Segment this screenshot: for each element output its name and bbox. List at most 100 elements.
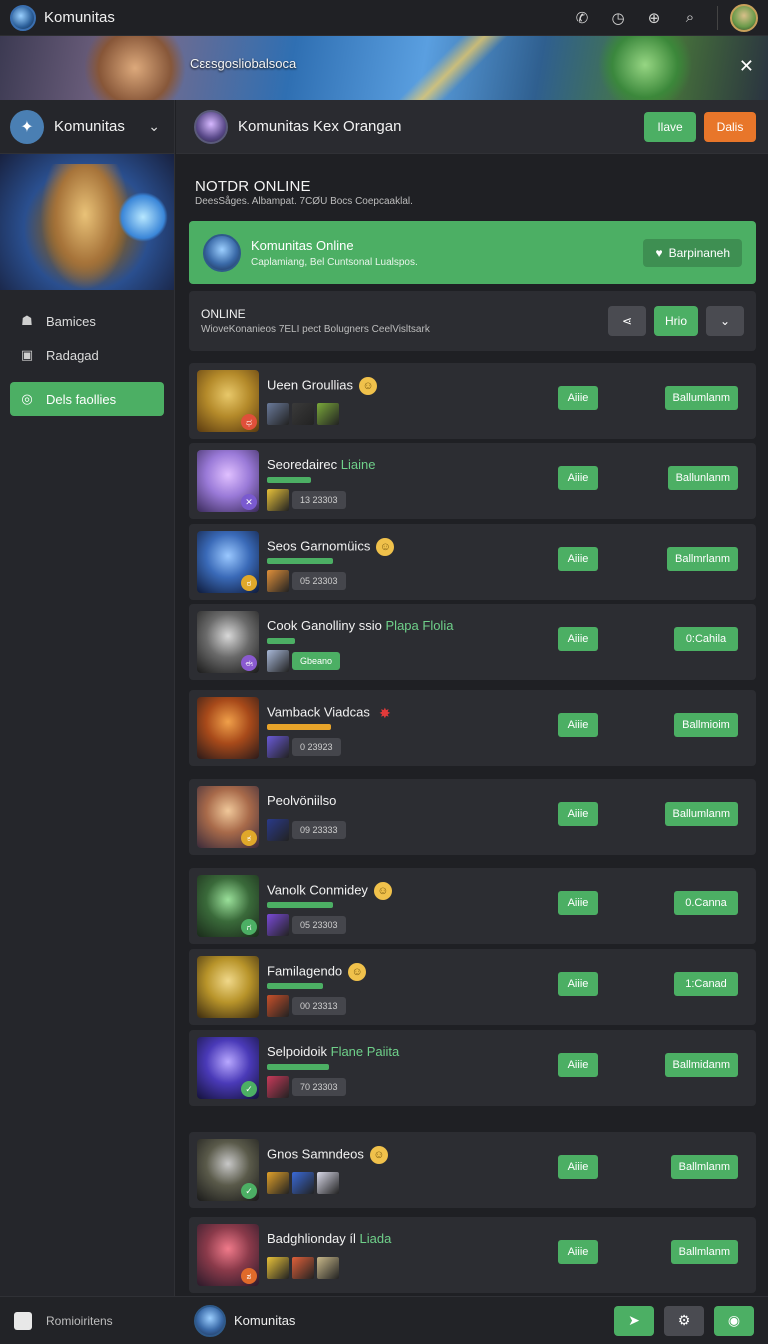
game-icon	[317, 1172, 339, 1194]
member-row[interactable]: ಈ Cook Ganolliny ssio Plapa Flolia Gbeano A…	[189, 604, 756, 680]
add-button[interactable]: Aiiie	[558, 713, 598, 737]
challenge-button[interactable]: 0.Canna	[674, 891, 738, 915]
online-card-text: Komunitas Online Caplamiang, Bel Cuntson…	[251, 238, 418, 268]
sidebar-item-bamices[interactable]: ☗ Bamices	[10, 304, 164, 338]
member-avatar[interactable]: ಕ	[197, 786, 259, 848]
challenge-button[interactable]: Ballmlanm	[670, 1240, 738, 1264]
challenge-button[interactable]: Ballmlanm	[670, 1155, 738, 1179]
add-button[interactable]: Aiiie	[558, 386, 598, 410]
send-button[interactable]: ➤	[614, 1305, 654, 1336]
sidebar-hero-art	[0, 154, 174, 290]
member-avatar[interactable]: ✕	[197, 450, 259, 512]
details-button[interactable]: Dalis	[704, 111, 756, 142]
add-button[interactable]: Aiiie	[558, 1053, 598, 1077]
member-avatar[interactable]: ಧ	[197, 370, 259, 432]
member-avatar[interactable]: ಶ	[197, 1224, 259, 1286]
banner-character-right	[590, 36, 700, 100]
sidebar-header[interactable]: ✦ Komunitas ⌄	[0, 100, 174, 154]
challenge-button[interactable]: Ballmrlanm	[666, 547, 738, 571]
member-avatar[interactable]: ಠ	[197, 531, 259, 593]
member-row[interactable]: ಕ Peolvöniilso 09 23333 Aiiie Ballumlanm	[189, 779, 756, 855]
member-avatar[interactable]	[197, 697, 259, 759]
member-avatar[interactable]	[197, 956, 259, 1018]
member-row[interactable]: ಠ Seos Garnomüics ☺ 05 23303 Aiiie Ballmrlanm	[189, 524, 756, 600]
gamepad-icon[interactable]: ⊕	[645, 9, 663, 27]
add-button[interactable]: Aiiie	[558, 972, 598, 996]
challenge-button[interactable]: Ballmioim	[674, 713, 738, 737]
filter-bar: ONLINE WioveKonanieos 7ELI pect Bolugner…	[189, 291, 756, 351]
member-avatar[interactable]: ಗ	[197, 875, 259, 937]
sidebar-item-label: Radagad	[46, 347, 99, 363]
member-avatar[interactable]: ✓	[197, 1037, 259, 1099]
member-name: Vamback Viadcas ✸	[267, 704, 394, 722]
member-tag: 00 23313	[292, 997, 346, 1015]
game-icon	[267, 995, 289, 1017]
app-root: Komunitas ✆ ◷ ⊕ ⌕ Cεεsgosliobalsoca ✕ ✦ …	[0, 0, 768, 1344]
top-icons: ✆ ◷ ⊕ ⌕	[573, 9, 699, 27]
member-tag: 0 23923	[292, 738, 341, 756]
community-avatar[interactable]	[194, 1304, 226, 1337]
member-name-extra: Liaine	[340, 457, 376, 472]
sidebar-nav: ☗ Bamices ▣ Radagad ◎ Dels faollies	[0, 290, 174, 430]
member-name-text: Badghlionday íl	[267, 1231, 356, 1246]
member-name: Peolvöniilso	[267, 793, 336, 808]
filter-main-button[interactable]: Hrio	[654, 306, 698, 336]
join-button[interactable]: ♥ Barpinaneh	[643, 238, 742, 267]
member-row[interactable]: Vamback Viadcas ✸ 0 23923 Aiiie Ballmioim	[189, 690, 756, 766]
member-row[interactable]: ಧ Ueen Groullias ☺ Aiiie Ballumlanm	[189, 363, 756, 439]
game-icon	[317, 403, 339, 425]
challenge-button[interactable]: Ballumlanm	[664, 802, 738, 826]
member-badges: 70 23303	[267, 1076, 346, 1098]
join-button-label: Barpinaneh	[668, 245, 730, 260]
member-row[interactable]: ✓ Gnos Samndeos ☺ Aiiie Ballmlanm	[189, 1132, 756, 1208]
member-badges	[267, 1172, 339, 1194]
settings-button[interactable]: ⚙	[664, 1305, 704, 1336]
challenge-button[interactable]: Ballumlanm	[664, 386, 738, 410]
main-header: Komunitas Kex Orangan Ilave Dalis	[176, 100, 768, 154]
clock-icon[interactable]: ◷	[609, 9, 627, 27]
dropdown-button[interactable]: ⌄	[706, 306, 744, 336]
app-logo[interactable]	[10, 4, 36, 31]
add-button[interactable]: Aiiie	[558, 1240, 598, 1264]
banner-headline: Cεεsgosliobalsoca	[190, 56, 297, 71]
member-row[interactable]: ಗ Vanolk Conmidey ☺ 05 23303 Aiiie 0.Canna	[189, 868, 756, 944]
add-button[interactable]: Aiiie	[558, 802, 598, 826]
online-card-title: Komunitas Online	[251, 237, 354, 253]
status-badge: ✕	[241, 494, 257, 510]
challenge-button[interactable]: 0:Cahila	[674, 627, 738, 651]
challenge-button[interactable]: Ballmidanm	[664, 1053, 738, 1077]
phone-icon[interactable]: ✆	[573, 9, 591, 27]
emoji-icon: ☺	[373, 882, 392, 900]
sidebar: ✦ Komunitas ⌄ ☗ Bamices ▣ Radagad ◎ Dels…	[0, 100, 175, 1296]
member-name: Seoredairec Liaine	[267, 457, 375, 472]
challenge-button[interactable]: Ballunlanm	[667, 466, 738, 490]
leave-button[interactable]: Ilave	[644, 111, 696, 142]
add-button[interactable]: Aiiie	[558, 547, 598, 571]
challenge-button[interactable]: 1:Canad	[674, 972, 738, 996]
sidebar-item-radagad[interactable]: ▣ Radagad	[10, 338, 164, 372]
add-button[interactable]: Aiiie	[558, 466, 598, 490]
member-row[interactable]: Familagendo ☺ 00 23313 Aiiie 1:Canad	[189, 949, 756, 1025]
member-name-text: Vanolk Conmidey	[267, 882, 368, 898]
chevron-down-icon[interactable]: ⌄	[148, 118, 160, 135]
search-icon[interactable]: ⌕	[681, 9, 699, 26]
status-button[interactable]: ◉	[714, 1305, 754, 1336]
header-buttons: Ilave Dalis	[644, 111, 756, 142]
sidebar-item-label: Dels faollies	[46, 391, 117, 407]
add-button[interactable]: Aiiie	[558, 1155, 598, 1179]
member-row[interactable]: ಶ Badghlionday íl Liada Aiiie Ballmlanm	[189, 1217, 756, 1293]
member-name: Gnos Samndeos ☺	[267, 1146, 388, 1164]
sidebar-item-dels-faollies[interactable]: ◎ Dels faollies	[10, 382, 164, 416]
share-button[interactable]: ⋖	[608, 306, 646, 336]
member-row[interactable]: ✓ Selpoidoik Flane Paiita 70 23303 Aiiie Bal…	[189, 1030, 756, 1106]
add-button[interactable]: Aiiie	[558, 891, 598, 915]
close-icon[interactable]: ✕	[739, 56, 754, 77]
member-avatar[interactable]: ✓	[197, 1139, 259, 1201]
emoji-icon: ☺	[359, 377, 377, 395]
user-avatar[interactable]	[730, 3, 758, 32]
add-button[interactable]: Aiiie	[558, 627, 598, 651]
menu-icon[interactable]	[14, 1311, 32, 1330]
app-title: Komunitas	[44, 9, 115, 26]
member-row[interactable]: ✕ Seoredairec Liaine 13 23303 Aiiie Ballunla…	[189, 443, 756, 519]
member-avatar[interactable]: ಈ	[197, 611, 259, 673]
